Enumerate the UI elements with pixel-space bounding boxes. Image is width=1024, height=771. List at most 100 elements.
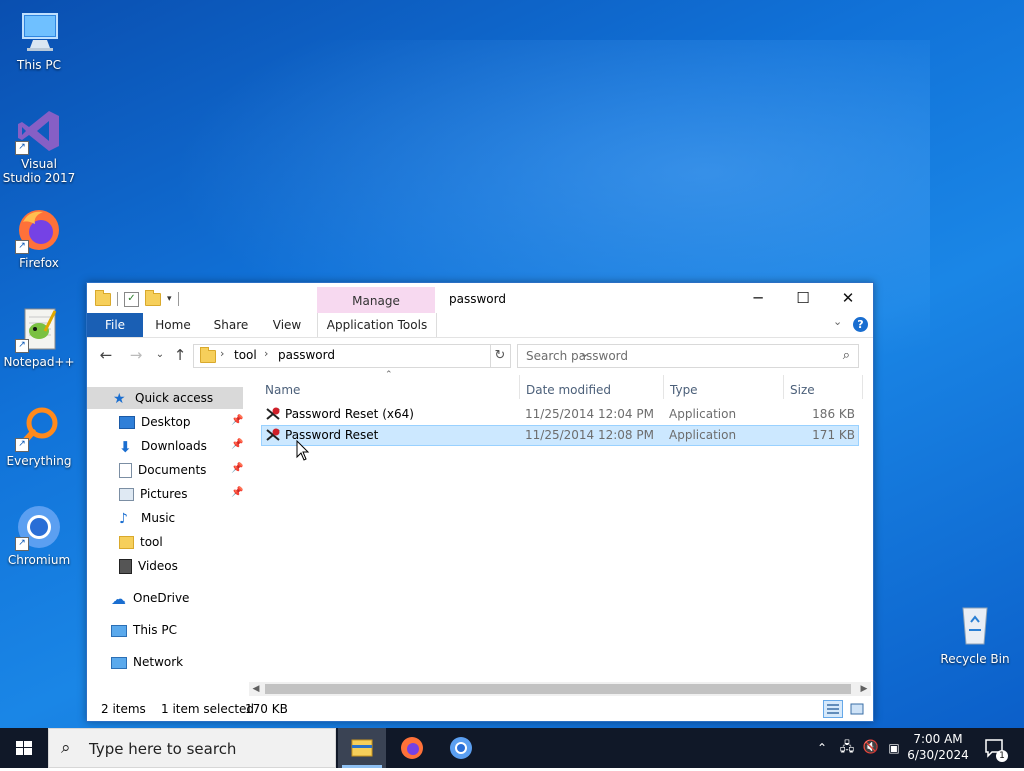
nav-label: Quick access (135, 391, 214, 405)
desktop-icon-this-pc[interactable]: This PC (1, 8, 77, 72)
breadcrumb-tool[interactable]: tool (234, 348, 257, 362)
show-hidden-icons-icon[interactable]: ⌃ (812, 728, 832, 768)
details-view-button[interactable] (823, 700, 843, 718)
back-button[interactable]: ← (97, 346, 115, 364)
nav-item-this-pc[interactable]: This PC (111, 619, 177, 641)
desktop-icon-notepad-plus-plus[interactable]: ↗ Notepad++ (1, 305, 77, 369)
forward-button[interactable]: → (127, 346, 145, 364)
taskbar-file-explorer[interactable] (338, 728, 386, 768)
close-button[interactable]: ✕ (825, 283, 871, 313)
nav-item-downloads[interactable]: ⬇ Downloads (119, 435, 207, 457)
computer-icon (15, 8, 63, 56)
file-name: Password Reset (x64) (285, 407, 414, 421)
visual-studio-icon: ↗ (15, 107, 63, 155)
tab-file[interactable]: File (87, 313, 143, 337)
desktop-icon-visual-studio[interactable]: ↗ Visual Studio 2017 (1, 107, 77, 185)
address-row: ← → ⌄ ↑ › tool › password ⌄ ↻ Search pas… (87, 338, 873, 372)
tab-share[interactable]: Share (209, 313, 253, 337)
tab-home[interactable]: Home (151, 313, 195, 337)
shortcut-arrow-icon: ↗ (15, 339, 29, 353)
notifications-button[interactable]: 1 (980, 728, 1010, 768)
column-divider[interactable] (519, 375, 520, 399)
file-size: 186 KB (812, 407, 855, 421)
start-button[interactable] (0, 728, 48, 768)
taskbar-chromium[interactable] (437, 728, 485, 768)
pin-icon[interactable]: 📌 (231, 439, 243, 450)
document-icon (119, 463, 132, 478)
nav-item-pictures[interactable]: Pictures (119, 483, 188, 505)
firefox-icon (401, 737, 423, 759)
nav-item-tool[interactable]: tool (119, 531, 163, 553)
manage-tab-group[interactable]: Manage (317, 294, 435, 308)
nav-item-documents[interactable]: Documents (119, 459, 206, 481)
nav-label: OneDrive (133, 591, 190, 605)
file-row[interactable]: Password Reset (x64) 11/25/2014 12:04 PM… (261, 404, 859, 425)
recent-locations-icon[interactable]: ⌄ (151, 346, 169, 364)
breadcrumb-password[interactable]: password (278, 348, 335, 362)
column-header-name[interactable]: Name (265, 383, 300, 397)
taskbar-firefox[interactable] (388, 728, 436, 768)
help-icon[interactable]: ? (853, 317, 868, 332)
shortcut-arrow-icon: ↗ (15, 240, 29, 254)
up-button[interactable]: ↑ (171, 346, 189, 364)
large-icons-view-button[interactable] (847, 700, 867, 718)
refresh-button[interactable]: ↻ (490, 344, 511, 368)
scrollbar-thumb[interactable] (265, 684, 851, 694)
maximize-button[interactable]: ☐ (780, 283, 826, 313)
star-icon: ★ (113, 390, 126, 407)
search-input[interactable]: Search password ⌕ (517, 344, 859, 368)
new-folder-icon[interactable] (145, 289, 161, 306)
properties-icon[interactable]: ✓ (124, 291, 139, 307)
desktop-icon-everything[interactable]: ↗ Everything (1, 404, 77, 468)
minimize-button[interactable]: ─ (735, 283, 781, 313)
column-header-size[interactable]: Size (790, 383, 815, 397)
column-divider[interactable] (783, 375, 784, 399)
scroll-left-icon[interactable]: ◀ (249, 682, 263, 696)
volume-muted-icon[interactable]: 🔇 (860, 728, 882, 768)
clock[interactable]: 7:00 AM 6/30/2024 (898, 731, 978, 763)
pin-icon[interactable]: 📌 (231, 415, 243, 426)
nav-label: This PC (133, 623, 177, 637)
column-header-type[interactable]: Type (670, 383, 698, 397)
taskbar-search-box[interactable]: ⌕ Type here to search (48, 728, 336, 768)
ribbon-tabs: File Home Share View Application Tools ⌄… (87, 313, 873, 338)
nav-item-onedrive[interactable]: ☁ OneDrive (111, 587, 189, 609)
chevron-right-icon[interactable]: › (264, 347, 268, 360)
column-divider[interactable] (862, 375, 863, 399)
everything-search-icon: ↗ (15, 404, 63, 452)
scroll-right-icon[interactable]: ▶ (857, 682, 871, 696)
status-selection: 1 item selected (161, 702, 255, 716)
nav-item-videos[interactable]: Videos (119, 555, 178, 577)
network-icon (111, 656, 127, 669)
pin-icon[interactable]: 📌 (231, 463, 243, 474)
nav-item-music[interactable]: ♪ Music (119, 507, 175, 529)
desktop-icon-recycle-bin[interactable]: Recycle Bin (937, 602, 1013, 666)
file-row-selected[interactable]: Password Reset 11/25/2014 12:08 PM Appli… (261, 425, 859, 446)
download-icon: ⬇ (119, 437, 132, 456)
sort-ascending-icon: ⌃ (385, 370, 393, 380)
nav-label: Desktop (141, 415, 191, 429)
nav-item-desktop[interactable]: Desktop (119, 411, 191, 433)
horizontal-scrollbar[interactable]: ◀ ▶ (249, 682, 871, 696)
nav-item-network[interactable]: Network (111, 651, 183, 673)
shortcut-arrow-icon: ↗ (15, 141, 29, 155)
details-view-icon (827, 704, 839, 714)
folder-icon (119, 536, 134, 549)
password-reset-app-icon (266, 428, 280, 441)
tab-view[interactable]: View (267, 313, 307, 337)
column-header-date-modified[interactable]: Date modified (526, 383, 611, 397)
network-status-icon[interactable]: 🖧 (836, 728, 858, 768)
desktop-icon-firefox[interactable]: ↗ Firefox (1, 206, 77, 270)
customize-toolbar-icon[interactable]: ▾ (167, 294, 172, 304)
nav-label: Documents (138, 463, 207, 477)
nav-item-quick-access[interactable]: ★ Quick access (113, 387, 213, 409)
address-bar[interactable]: › tool › password ⌄ (193, 344, 589, 368)
column-divider[interactable] (663, 375, 664, 399)
expand-ribbon-icon[interactable]: ⌄ (833, 315, 842, 328)
tab-application-tools[interactable]: Application Tools (317, 313, 437, 337)
chevron-right-icon[interactable]: › (220, 347, 224, 360)
computer-icon (111, 624, 127, 637)
desktop-icon-chromium[interactable]: ↗ Chromium (1, 503, 77, 567)
pin-icon[interactable]: 📌 (231, 487, 243, 498)
file-explorer-icon (351, 739, 373, 757)
